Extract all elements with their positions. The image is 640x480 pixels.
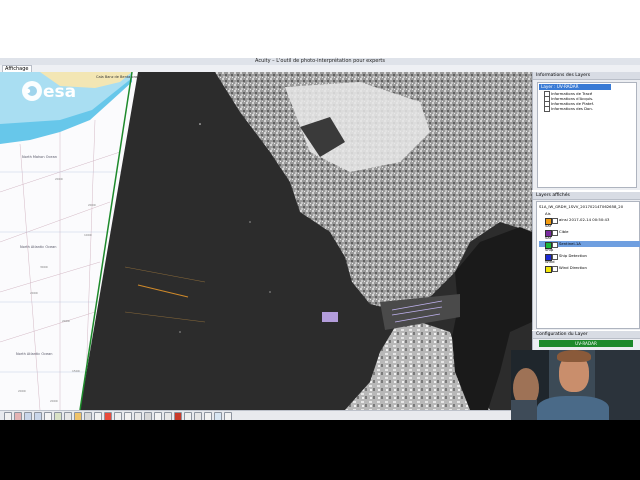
info-layer-selected[interactable]: Layer : UV-RADAR	[539, 84, 611, 90]
depth-mark: 1500	[72, 369, 80, 373]
esa-logo: esa	[22, 81, 76, 102]
town-label: Cala Banz de Benta orada	[96, 75, 142, 79]
info-item[interactable]: Informations des Don.	[544, 106, 593, 112]
wind-swatch-icon	[545, 265, 552, 273]
ocean-label-1: North Mahon Ocean	[22, 155, 57, 159]
wind-visible-checkbox[interactable]	[552, 266, 558, 272]
depth-mark: 1000	[84, 233, 92, 237]
map-canvas[interactable]: Cala Banz de Benta orada North Mahon Oce…	[0, 72, 532, 410]
ocean-label-2: North Atlantic Ocean	[20, 245, 57, 249]
uv-radar-button[interactable]: UV-RADAR	[539, 340, 633, 347]
depth-mark: 3000	[40, 265, 48, 269]
sar-image[interactable]	[79, 72, 532, 410]
letterbox	[0, 420, 640, 480]
depth-mark: 2000	[30, 291, 38, 295]
depth-mark: 2000	[62, 319, 70, 323]
config-panel-title: Configuration du Layer	[533, 331, 640, 339]
info-panel-title: Informations des Layers	[533, 72, 640, 80]
layers-panel-title: Layers affichés	[533, 192, 640, 200]
map-area[interactable]: Cala Banz de Benta orada North Mahon Oce…	[0, 72, 532, 410]
layers-root[interactable]: S1A_IW_GRDH_1SVV_20170214T062658_20	[539, 204, 639, 209]
depth-mark: 2000	[18, 389, 26, 393]
window-title: Acuity – L'outil de photo-interprétation…	[254, 58, 385, 64]
depth-mark: 2000	[50, 399, 58, 403]
logo-text: esa	[43, 82, 76, 102]
config-panel: Configuration du Layer UV-RADAR	[532, 331, 640, 350]
layers-list: S1A_IW_GRDH_1SVV_20170214T062658_20 Ais …	[536, 201, 640, 329]
webcam-overlay	[511, 350, 640, 420]
info-tree: Layer : UV-RADAR Informations de Tracé I…	[537, 82, 637, 188]
depth-mark: 2000	[88, 203, 96, 207]
depth-mark: 2000	[55, 177, 63, 181]
presenter-body	[537, 396, 609, 420]
layers-panel: Layers affichés S1A_IW_GRDH_1SVV_2017021…	[532, 192, 640, 330]
ship-target[interactable]	[322, 312, 338, 322]
ocean-label-3: North Atlantic Ocean	[16, 352, 53, 356]
info-panel: Informations des Layers Layer : UV-RADAR…	[532, 72, 640, 190]
layer-wind-direction[interactable]: Wind Direction	[539, 265, 640, 273]
